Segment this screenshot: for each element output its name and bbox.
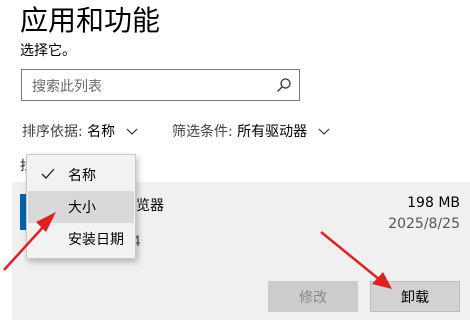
arrow-to-uninstall-button	[320, 231, 392, 289]
arrow-to-size-option	[3, 212, 56, 271]
annotation-arrows	[3, 212, 392, 289]
